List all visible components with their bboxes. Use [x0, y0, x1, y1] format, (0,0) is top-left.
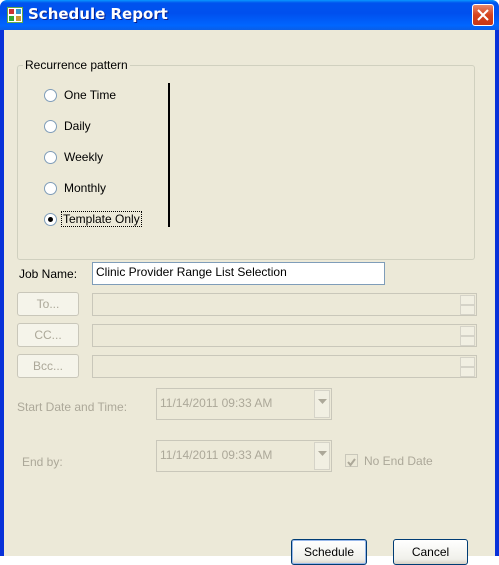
radio-daily-label[interactable]: Daily [64, 119, 91, 133]
radio-monthly-label[interactable]: Monthly [64, 181, 106, 195]
start-date-value: 11/14/2011 09:33 AM [160, 396, 273, 410]
radio-monthly[interactable] [44, 182, 57, 195]
schedule-button[interactable]: Schedule [291, 539, 367, 565]
bcc-button[interactable]: Bcc... [17, 354, 79, 378]
to-scroll-down[interactable] [460, 305, 475, 315]
title-bar[interactable]: Schedule Report [0, 0, 499, 30]
no-end-date-label: No End Date [364, 454, 433, 468]
radio-template-only-label[interactable]: Template Only [61, 211, 142, 227]
end-date-picker[interactable]: 11/14/2011 09:33 AM [156, 440, 332, 472]
job-name-label: Job Name: [19, 267, 78, 281]
close-icon [477, 9, 489, 21]
start-date-picker[interactable]: 11/14/2011 09:33 AM [156, 388, 332, 420]
app-icon [7, 7, 23, 23]
radio-weekly-label[interactable]: Weekly [64, 150, 103, 164]
chevron-down-icon [318, 451, 327, 456]
radio-template-only[interactable] [44, 213, 57, 226]
end-date-dropdown-button[interactable] [314, 442, 330, 470]
start-date-label: Start Date and Time: [17, 400, 128, 414]
group-divider [168, 83, 170, 227]
bcc-scroll-down[interactable] [460, 367, 475, 377]
radio-one-time[interactable] [44, 89, 57, 102]
job-name-value: Clinic Provider Range List Selection [96, 265, 287, 279]
chevron-down-icon [318, 399, 327, 404]
bcc-scroll-up[interactable] [460, 357, 475, 367]
to-field[interactable] [92, 293, 477, 316]
end-by-label: End by: [22, 455, 63, 469]
radio-one-time-label[interactable]: One Time [64, 88, 116, 102]
dialog-body: Recurrence pattern One Time Daily Weekly… [4, 30, 495, 565]
end-date-value: 11/14/2011 09:33 AM [160, 448, 273, 462]
radio-daily[interactable] [44, 120, 57, 133]
close-button[interactable] [472, 4, 494, 26]
schedule-report-window: Schedule Report Recurrence pattern One T… [0, 0, 499, 565]
radio-weekly[interactable] [44, 151, 57, 164]
checkmark-icon [347, 458, 356, 467]
to-button[interactable]: To... [17, 292, 79, 316]
bcc-field[interactable] [92, 355, 477, 378]
cc-scroll-down[interactable] [460, 336, 475, 346]
window-title: Schedule Report [28, 5, 168, 23]
to-scroll-up[interactable] [460, 295, 475, 305]
no-end-date-checkbox[interactable] [345, 454, 358, 467]
start-date-dropdown-button[interactable] [314, 390, 330, 418]
cancel-button[interactable]: Cancel [393, 539, 468, 565]
cc-scroll-up[interactable] [460, 326, 475, 336]
cc-button[interactable]: CC... [17, 323, 79, 347]
recurrence-pattern-group: Recurrence pattern One Time Daily Weekly… [17, 58, 475, 260]
cc-field[interactable] [92, 324, 477, 347]
recurrence-pattern-legend: Recurrence pattern [23, 58, 130, 72]
job-name-input[interactable]: Clinic Provider Range List Selection [92, 262, 385, 285]
